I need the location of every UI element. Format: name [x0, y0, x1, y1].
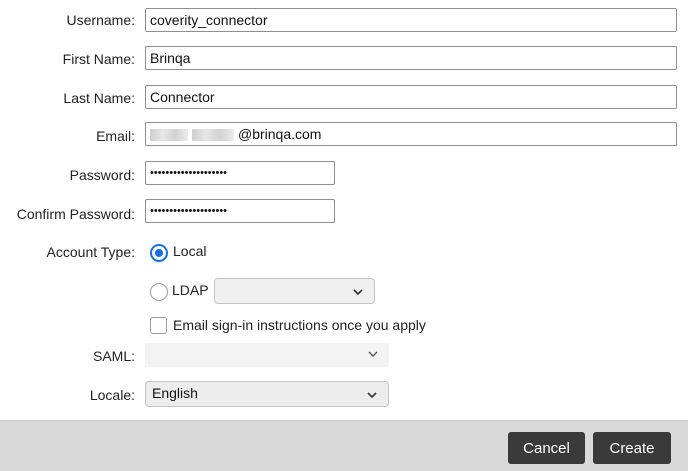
saml-select[interactable]	[145, 343, 389, 367]
locale-select-value: English	[152, 385, 198, 401]
locale-select[interactable]: English	[145, 381, 389, 407]
local-radio-label: Local	[173, 243, 207, 259]
ldap-radio[interactable]	[150, 283, 168, 301]
account-type-label: Account Type:	[46, 244, 135, 260]
confirm-password-label: Confirm Password:	[16, 206, 135, 222]
redacted-text	[150, 129, 188, 142]
saml-label: SAML:	[92, 348, 135, 364]
email-domain-text: @brinqa.com	[238, 126, 322, 142]
chevron-down-icon	[367, 392, 377, 399]
redacted-text	[192, 129, 234, 142]
last-name-label: Last Name:	[63, 90, 135, 106]
password-input[interactable]	[145, 161, 335, 185]
ldap-radio-label: LDAP	[172, 282, 209, 298]
email-label: Email:	[96, 128, 135, 144]
chevron-down-icon	[353, 289, 363, 296]
locale-label: Locale:	[89, 387, 135, 403]
first-name-input[interactable]	[145, 46, 677, 70]
local-radio[interactable]	[150, 244, 168, 262]
password-label: Password:	[69, 167, 135, 183]
email-input[interactable]: @brinqa.com	[145, 122, 677, 146]
first-name-label: First Name:	[62, 51, 135, 67]
chevron-down-icon	[368, 351, 378, 357]
cancel-button[interactable]: Cancel	[508, 432, 585, 464]
ldap-select[interactable]	[214, 278, 375, 304]
last-name-input[interactable]	[145, 85, 677, 109]
username-input[interactable]	[145, 8, 677, 32]
confirm-password-input[interactable]	[145, 199, 335, 223]
email-instructions-checkbox[interactable]	[150, 317, 167, 334]
email-instructions-label: Email sign-in instructions once you appl…	[173, 317, 426, 333]
create-button[interactable]: Create	[593, 432, 671, 464]
username-label: Username:	[66, 12, 135, 28]
